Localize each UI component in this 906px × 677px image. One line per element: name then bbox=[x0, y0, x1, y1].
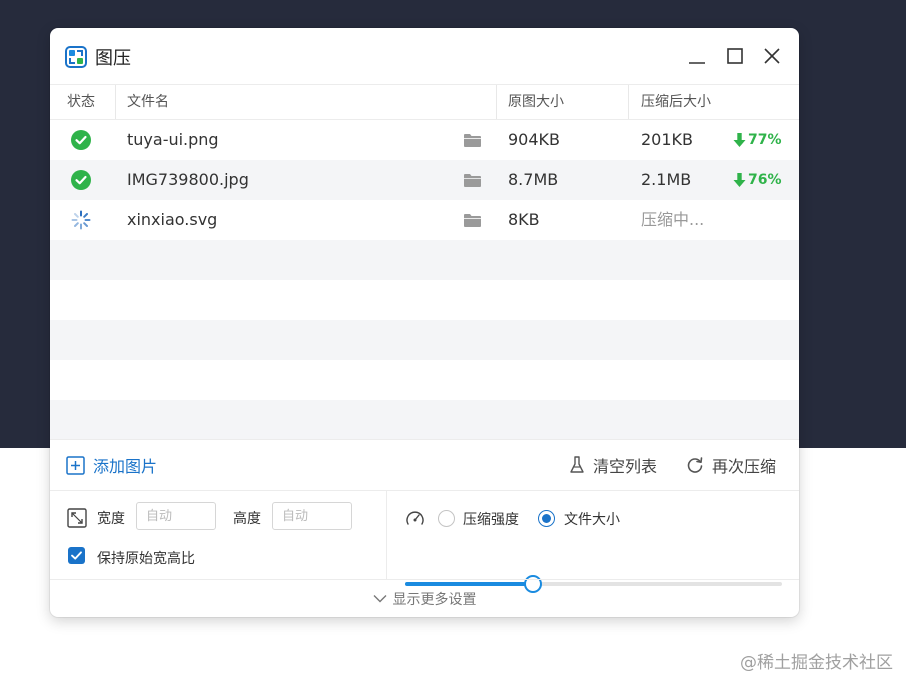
width-label: 宽度 bbox=[97, 511, 125, 527]
table-row[interactable]: xinxiao.svg 8KB 压缩中... bbox=[50, 200, 799, 240]
mode-filesize-radio[interactable] bbox=[538, 510, 555, 527]
file-list: tuya-ui.png 904KB 201KB 77% IMG739800.jp… bbox=[50, 120, 799, 440]
empty-row bbox=[50, 280, 799, 320]
file-name: xinxiao.svg bbox=[127, 210, 218, 229]
close-icon[interactable] bbox=[761, 45, 783, 67]
clear-list-label: 清空列表 bbox=[593, 457, 658, 476]
table-row[interactable]: tuya-ui.png 904KB 201KB 77% bbox=[50, 120, 799, 160]
more-settings-toggle[interactable]: 显示更多设置 bbox=[50, 579, 799, 617]
table-header: 状态 文件名 原图大小 压缩后大小 bbox=[50, 84, 799, 120]
maximize-icon[interactable] bbox=[724, 45, 746, 67]
folder-icon[interactable] bbox=[464, 134, 481, 147]
original-size: 8KB bbox=[508, 210, 540, 229]
recompress-button[interactable]: 再次压缩 bbox=[686, 454, 776, 476]
clear-list-button[interactable]: 清空列表 bbox=[569, 454, 657, 476]
title-bar[interactable]: 图压 bbox=[50, 28, 799, 84]
resize-icon bbox=[67, 508, 87, 528]
settings-divider bbox=[386, 491, 387, 579]
refresh-icon bbox=[687, 457, 703, 473]
empty-row bbox=[50, 360, 799, 400]
mode-filesize-label: 文件大小 bbox=[564, 512, 620, 528]
width-input[interactable] bbox=[136, 502, 216, 530]
add-image-label: 添加图片 bbox=[93, 457, 158, 476]
mode-strength-radio[interactable] bbox=[438, 510, 455, 527]
folder-icon[interactable] bbox=[464, 174, 481, 187]
check-icon bbox=[71, 551, 82, 560]
empty-row bbox=[50, 400, 799, 440]
original-size: 904KB bbox=[508, 130, 561, 149]
settings-panel: 宽度 高度 保持原始宽高比 压缩强度 文件大小 bbox=[50, 491, 799, 593]
column-header-name[interactable]: 文件名 bbox=[127, 85, 169, 119]
compressed-size: 2.1MB bbox=[641, 170, 692, 189]
more-settings-label: 显示更多设置 bbox=[392, 591, 477, 608]
column-divider bbox=[628, 85, 629, 119]
empty-row bbox=[50, 240, 799, 280]
app-window: 图压 状态 文件名 原图大小 压缩后大小 tuya-ui.png 904KB 2… bbox=[50, 28, 799, 617]
column-divider bbox=[115, 85, 116, 119]
loading-spinner-icon bbox=[71, 210, 91, 230]
column-header-original-size[interactable]: 原图大小 bbox=[508, 85, 564, 119]
app-title: 图压 bbox=[95, 48, 131, 69]
folder-icon[interactable] bbox=[464, 214, 481, 227]
add-square-icon bbox=[66, 455, 85, 475]
empty-row bbox=[50, 320, 799, 360]
height-label: 高度 bbox=[233, 511, 261, 527]
reduction-percent: 76% bbox=[748, 172, 782, 188]
recompress-label: 再次压缩 bbox=[712, 457, 777, 476]
arrow-down-icon bbox=[733, 173, 746, 187]
column-header-status[interactable]: 状态 bbox=[67, 85, 95, 119]
arrow-down-icon bbox=[733, 133, 746, 147]
success-check-icon bbox=[71, 170, 91, 190]
broom-icon bbox=[570, 456, 584, 473]
file-name: IMG739800.jpg bbox=[127, 170, 249, 189]
app-logo-icon bbox=[65, 46, 87, 68]
action-bar: 添加图片 清空列表 再次压缩 bbox=[50, 439, 799, 491]
keep-ratio-checkbox[interactable] bbox=[68, 547, 85, 564]
keep-ratio-label: 保持原始宽高比 bbox=[97, 551, 195, 567]
column-header-compressed-size[interactable]: 压缩后大小 bbox=[641, 85, 711, 119]
minimize-icon[interactable] bbox=[686, 45, 708, 67]
file-name: tuya-ui.png bbox=[127, 130, 219, 149]
success-check-icon bbox=[71, 130, 91, 150]
gauge-icon bbox=[406, 511, 424, 525]
watermark: @稀土掘金技术社区 bbox=[740, 653, 893, 673]
add-image-button[interactable]: 添加图片 bbox=[66, 454, 157, 476]
column-divider bbox=[496, 85, 497, 119]
reduction-badge: 77% bbox=[733, 120, 782, 160]
height-input[interactable] bbox=[272, 502, 352, 530]
chevron-down-icon bbox=[373, 595, 386, 603]
reduction-badge: 76% bbox=[733, 160, 782, 200]
compressing-status: 压缩中... bbox=[641, 210, 705, 229]
table-row[interactable]: IMG739800.jpg 8.7MB 2.1MB 76% bbox=[50, 160, 799, 200]
reduction-percent: 77% bbox=[748, 132, 782, 148]
compressed-size: 201KB bbox=[641, 130, 694, 149]
mode-strength-label: 压缩强度 bbox=[463, 512, 519, 528]
original-size: 8.7MB bbox=[508, 170, 559, 189]
